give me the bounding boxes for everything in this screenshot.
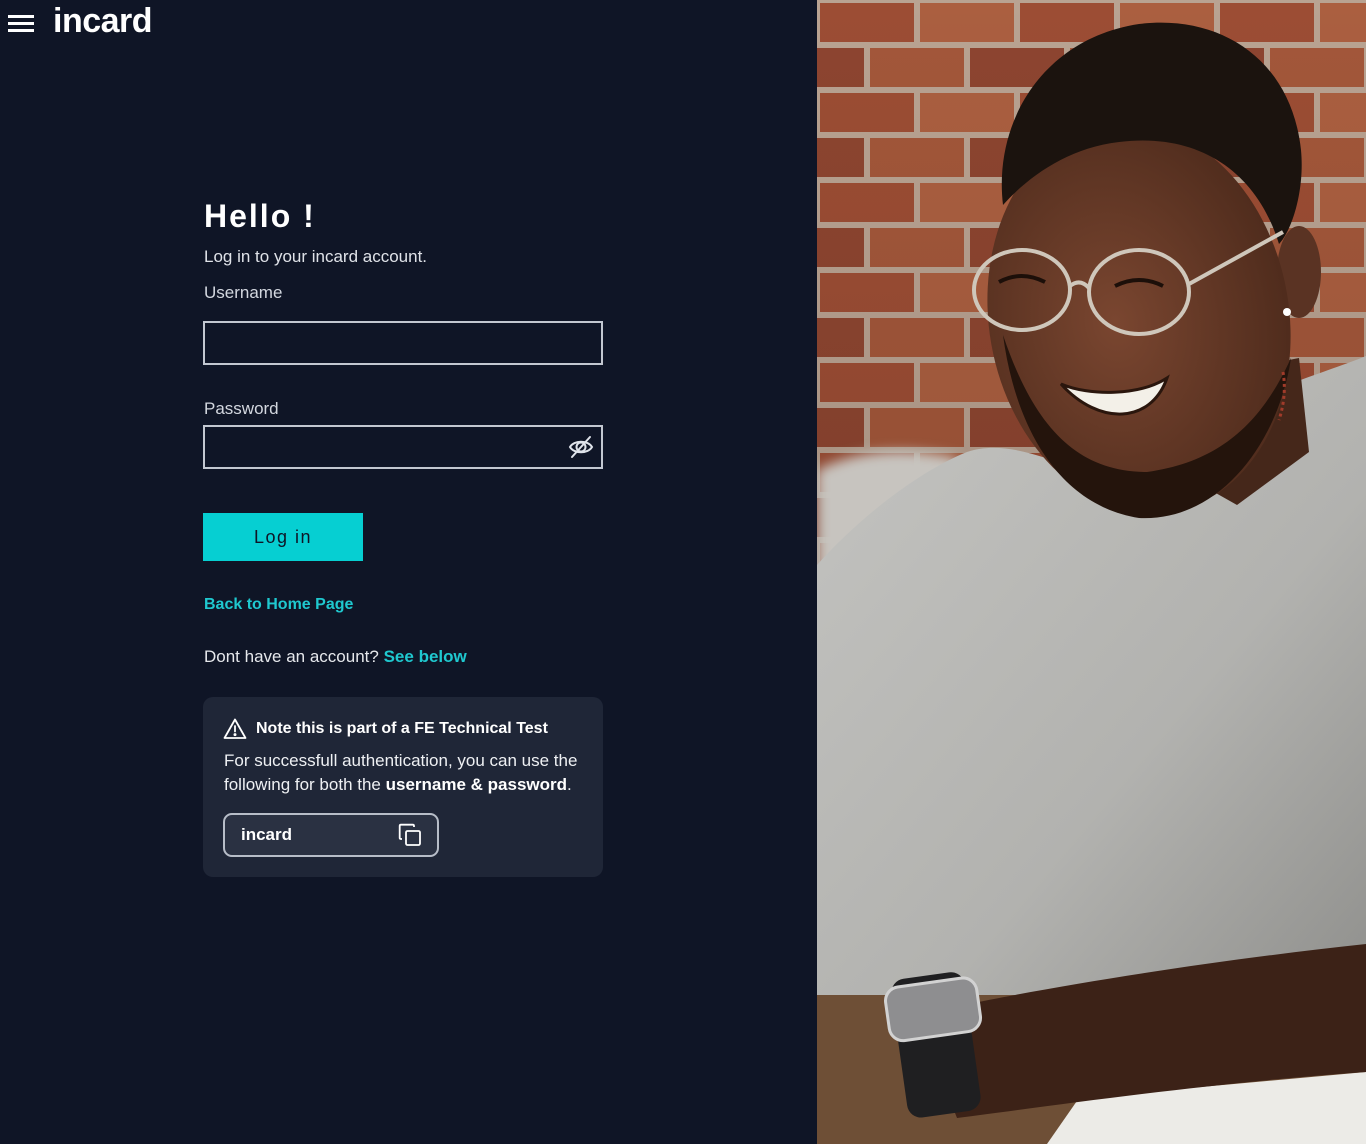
- hero-photo: [817, 0, 1366, 1144]
- note-description: For successfull authentication, you can …: [224, 749, 586, 797]
- login-panel: incard Hello ! Log in to your incard acc…: [0, 0, 817, 1144]
- password-visibility-toggle[interactable]: [567, 433, 595, 461]
- copy-button[interactable]: [397, 822, 423, 848]
- note-text-bold: username & password: [385, 775, 568, 794]
- test-note-card: Note this is part of a FE Technical Test…: [203, 697, 603, 877]
- menu-button[interactable]: [5, 10, 37, 36]
- page-title: Hello !: [204, 198, 316, 234]
- warning-triangle-icon: [223, 717, 247, 741]
- page-subtitle: Log in to your incard account.: [204, 247, 428, 266]
- credential-chip: incard: [223, 813, 439, 857]
- login-button[interactable]: Log in: [203, 513, 363, 561]
- signup-prompt-text: Dont have an account?: [204, 647, 379, 666]
- note-title: Note this is part of a FE Technical Test: [256, 720, 548, 737]
- username-label: Username: [204, 283, 283, 302]
- note-text-end: .: [567, 775, 572, 794]
- eye-slash-icon: [567, 433, 595, 461]
- password-label: Password: [204, 399, 279, 418]
- credential-value: incard: [241, 825, 293, 844]
- hamburger-icon: [5, 11, 37, 35]
- see-below-link[interactable]: See below: [384, 647, 467, 666]
- hero-photo-illustration: [817, 0, 1366, 1144]
- password-input[interactable]: [203, 425, 603, 469]
- signup-prompt: Dont have an account? See below: [204, 647, 467, 667]
- logo[interactable]: incard: [53, 0, 153, 42]
- copy-icon: [397, 822, 423, 848]
- password-field: [203, 425, 603, 469]
- back-to-home-link[interactable]: Back to Home Page: [204, 595, 353, 615]
- username-input[interactable]: [203, 321, 603, 365]
